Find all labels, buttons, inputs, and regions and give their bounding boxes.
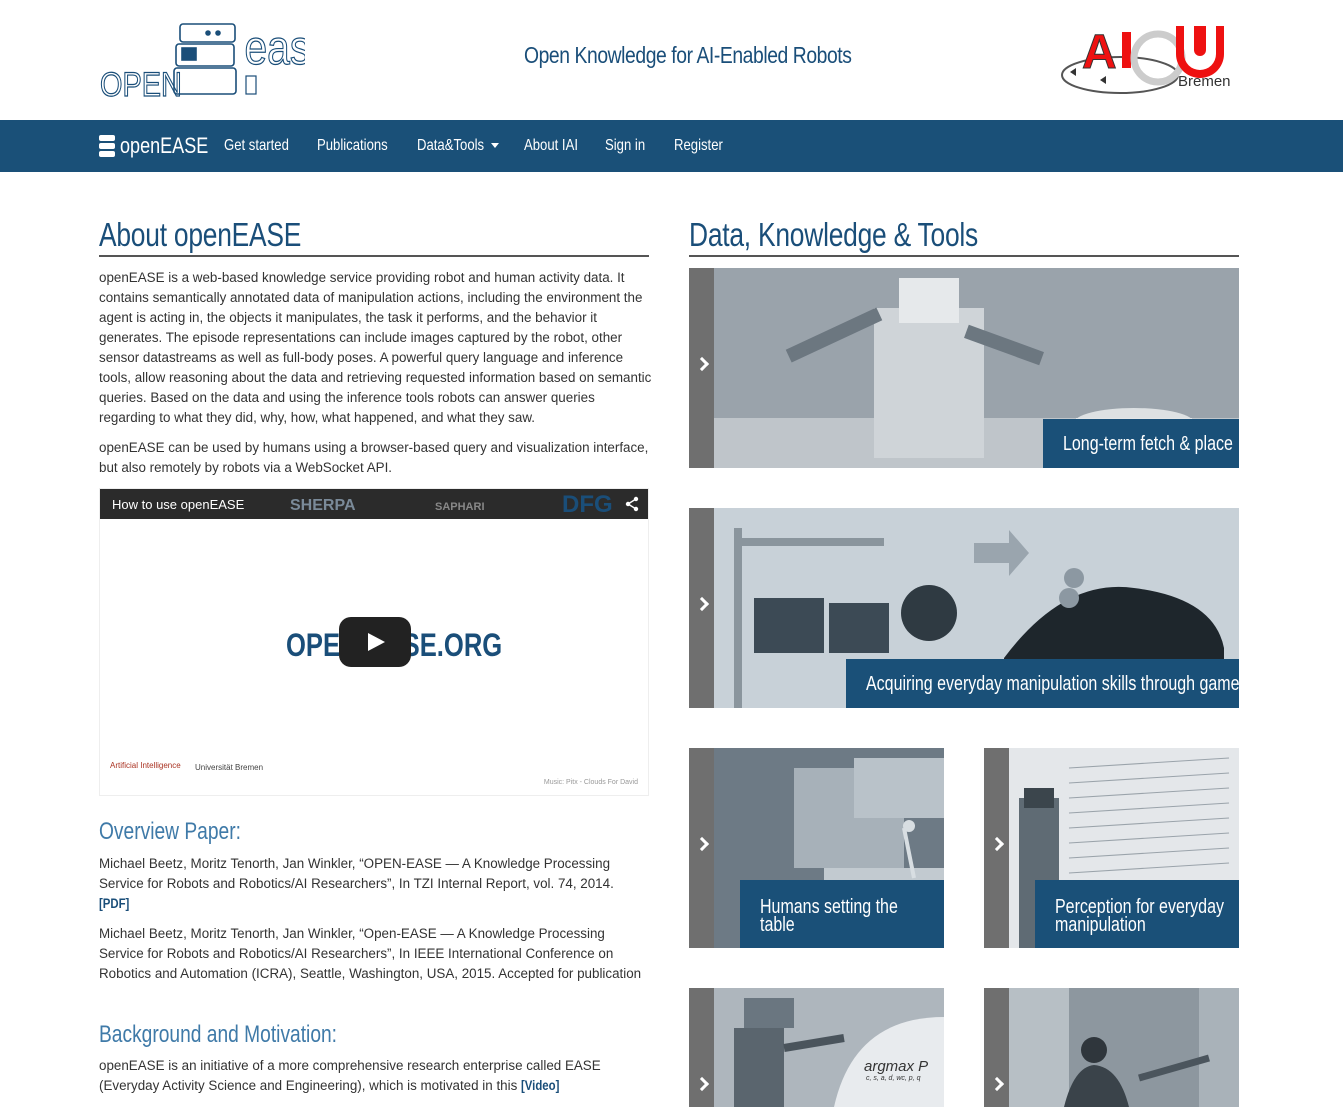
chevron-right-icon <box>989 1076 1005 1092</box>
about-paragraph-1: openEASE is a web-based knowledge servic… <box>99 270 652 425</box>
top-header: OPEN ease Open Knowledge for AI-Enabled … <box>0 0 1343 120</box>
pdf-link[interactable]: [PDF] <box>99 894 129 914</box>
sponsor-dfg: DFG <box>562 491 613 518</box>
tile-perception-manipulation[interactable]: Perception for everyday manipulation <box>984 748 1239 948</box>
brand-label: openEASE <box>120 133 209 158</box>
overview-reference-1-text: Michael Beetz, Moritz Tenorth, Jan Winkl… <box>99 856 614 891</box>
data-tools-title: Data, Knowledge & Tools <box>689 216 978 253</box>
sponsor-saphari: SAPHARI <box>435 501 485 513</box>
tile-caption: Long-term fetch & place <box>1043 419 1239 468</box>
about-title: About openEASE <box>99 216 302 253</box>
argmax-subscript: c, s, a, d, wc, p, q <box>866 1075 921 1082</box>
chevron-right-icon <box>989 836 1005 852</box>
nav-register[interactable]: Register <box>674 120 734 172</box>
chevron-right-icon <box>694 356 710 372</box>
tile-human-demonstration[interactable] <box>984 988 1239 1107</box>
tile-caption: Perception for everyday manipulation <box>1035 880 1239 948</box>
svg-text:ease: ease <box>245 22 305 75</box>
about-divider <box>99 255 649 257</box>
video-footer-ai: Artificial Intelligence <box>110 761 181 770</box>
about-paragraph-2: openEASE can be used by humans using a b… <box>99 440 649 475</box>
openease-logo[interactable]: OPEN ease <box>100 20 305 100</box>
background-title: Background and Motivation: <box>99 1021 338 1048</box>
nav-sign-in[interactable]: Sign in <box>605 120 654 172</box>
svg-text:A: A <box>1082 26 1117 79</box>
tile-caption: Acquiring everyday manipulation skills t… <box>846 659 1239 708</box>
share-icon[interactable] <box>624 496 640 512</box>
overview-reference-2: Michael Beetz, Moritz Tenorth, Jan Winkl… <box>99 926 642 981</box>
svg-text:OPEN: OPEN <box>100 65 182 100</box>
overview-reference-1: Michael Beetz, Moritz Tenorth, Jan Winkl… <box>99 854 649 914</box>
tagline: Open Knowledge for AI-Enabled Robots <box>524 42 852 68</box>
video-title-bar: How to use openEASE SHERPA SAPHARI DFG <box>100 489 648 519</box>
tile-acquiring-skills-games[interactable]: Acquiring everyday manipulation skills t… <box>689 508 1239 708</box>
chevron-right-icon <box>694 836 710 852</box>
database-icon <box>99 135 115 157</box>
tile-caption: Humans setting the table <box>740 880 944 948</box>
human-demo-image <box>1009 988 1239 1107</box>
video-player[interactable]: How to use openEASE SHERPA SAPHARI DFG O… <box>99 488 649 796</box>
chevron-right-icon <box>694 596 710 612</box>
play-button[interactable] <box>339 617 411 667</box>
tile-argmax[interactable]: argmax P c, s, a, d, wc, p, q <box>689 988 944 1107</box>
nav-data-tools-dropdown[interactable]: Data&Tools <box>417 120 499 172</box>
video-title[interactable]: How to use openEASE <box>112 497 244 512</box>
tile-long-term-fetch-place[interactable]: Long-term fetch & place <box>689 268 1239 468</box>
robot-reasoning-image <box>714 988 944 1107</box>
nav-get-started[interactable]: Get started <box>224 120 303 172</box>
data-tools-divider <box>689 255 1239 257</box>
brand-link[interactable]: openEASE <box>99 133 228 159</box>
argmax-overlay: argmax P <box>864 1058 929 1075</box>
video-footer-music: Music: Pitx - Clouds For David <box>543 779 638 786</box>
ai-bremen-logo[interactable]: A Bremen <box>1060 20 1240 100</box>
background-paragraph: openEASE is an initiative of a more comp… <box>99 1056 649 1096</box>
caret-down-icon <box>490 143 499 149</box>
video-link[interactable]: [Video] <box>521 1076 559 1096</box>
svg-text:Bremen: Bremen <box>1178 73 1231 90</box>
sponsor-sherpa: SHERPA <box>290 497 356 514</box>
nav-about-iai[interactable]: About IAI <box>524 120 590 172</box>
overview-title: Overview Paper: <box>99 818 241 845</box>
video-footer-uni: Universität Bremen <box>195 763 264 772</box>
navbar: openEASE Get started Publications Data&T… <box>0 120 1343 172</box>
chevron-right-icon <box>694 1076 710 1092</box>
tile-humans-setting-table[interactable]: Humans setting the table <box>689 748 944 948</box>
nav-publications[interactable]: Publications <box>317 120 403 172</box>
